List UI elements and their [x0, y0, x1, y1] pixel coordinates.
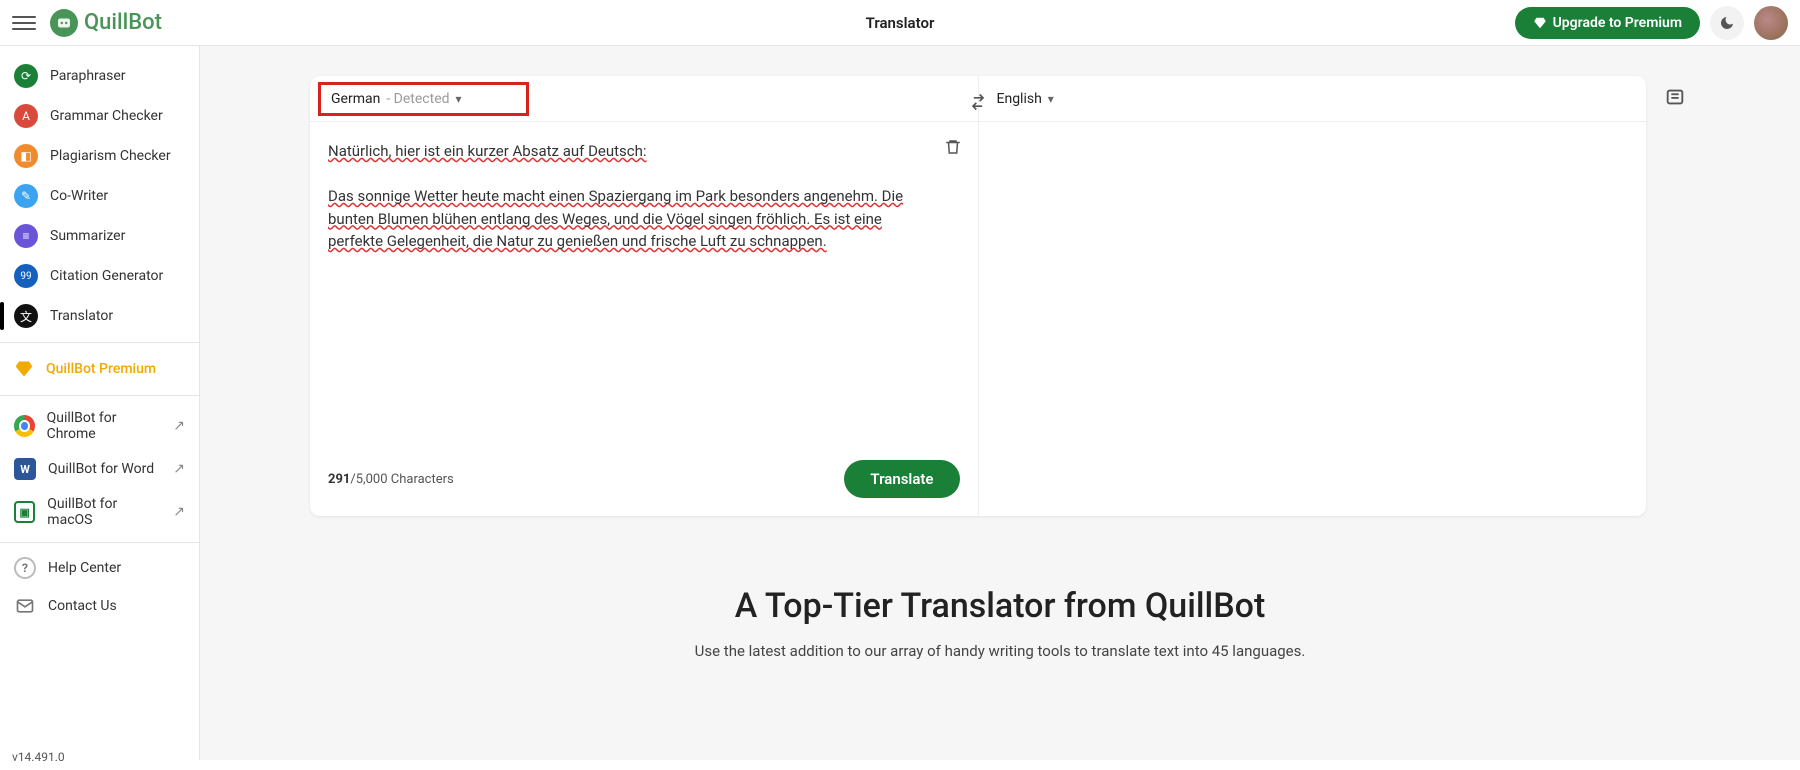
promo-heading: A Top-Tier Translator from QuillBot: [310, 586, 1690, 626]
diamond-icon: [14, 359, 34, 379]
translator-card: German - Detected ▾ Natürlich, hier ist …: [310, 76, 1646, 516]
sidebar-item-cowriter[interactable]: ✎ Co-Writer: [0, 176, 199, 216]
plagiarism-icon: ◧: [14, 144, 38, 168]
source-text-paragraph: Das sonnige Wetter heute macht einen Spa…: [328, 185, 918, 253]
extension-label: QuillBot for macOS: [47, 496, 161, 528]
source-text-area[interactable]: Natürlich, hier ist ein kurzer Absatz au…: [310, 122, 978, 448]
extension-word[interactable]: W QuillBot for Word ↗: [0, 450, 199, 488]
grammar-icon: A: [14, 104, 38, 128]
citation-icon: 99: [14, 264, 38, 288]
sidebar-item-label: Translator: [50, 308, 113, 324]
upgrade-premium-button[interactable]: Upgrade to Premium: [1515, 7, 1700, 39]
external-link-icon: ↗: [173, 461, 185, 477]
chevron-down-icon: ▾: [1048, 92, 1054, 106]
sidebar-item-grammar[interactable]: A Grammar Checker: [0, 96, 199, 136]
sidebar-item-label: Plagiarism Checker: [50, 148, 171, 164]
main-content: German - Detected ▾ Natürlich, hier ist …: [200, 46, 1800, 760]
extension-label: QuillBot for Word: [48, 461, 154, 477]
highlight-box: German - Detected ▾: [318, 82, 529, 116]
brand-logo[interactable]: QuillBot: [50, 9, 162, 37]
target-pane: English ▾: [978, 76, 1647, 516]
sidebar-item-label: Grammar Checker: [50, 108, 163, 124]
sidebar-item-label: Summarizer: [50, 228, 125, 244]
user-avatar[interactable]: [1754, 6, 1788, 40]
help-center-link[interactable]: ? Help Center: [0, 549, 199, 587]
sidebar-item-translator[interactable]: 文 Translator: [0, 296, 199, 336]
external-link-icon: ↗: [173, 418, 185, 434]
chrome-icon: [14, 415, 35, 437]
summarizer-icon: ≡: [14, 224, 38, 248]
extension-chrome[interactable]: QuillBot for Chrome ↗: [0, 402, 199, 450]
cowriter-icon: ✎: [14, 184, 38, 208]
chevron-down-icon: ▾: [456, 92, 462, 106]
sidebar-item-paraphraser[interactable]: ⟳ Paraphraser: [0, 56, 199, 96]
upgrade-premium-label: Upgrade to Premium: [1553, 15, 1682, 31]
swap-languages-button[interactable]: [964, 88, 992, 116]
character-count: 291/5,000 Characters: [328, 472, 454, 487]
sidebar-premium-label: QuillBot Premium: [46, 361, 156, 377]
detected-suffix: - Detected: [386, 91, 449, 107]
clear-input-button[interactable]: [944, 138, 962, 156]
page-title: Translator: [866, 14, 935, 32]
contact-us-link[interactable]: Contact Us: [0, 587, 199, 625]
translator-icon: 文: [14, 304, 38, 328]
source-language-label: German: [331, 91, 380, 107]
sidebar-premium-link[interactable]: QuillBot Premium: [0, 349, 199, 389]
help-label: Help Center: [48, 560, 121, 576]
sidebar-item-label: Co-Writer: [50, 188, 108, 204]
app-header: QuillBot Translator Upgrade to Premium: [0, 0, 1800, 46]
sidebar: ⟳ Paraphraser A Grammar Checker ◧ Plagia…: [0, 46, 200, 760]
theme-toggle-button[interactable]: [1710, 6, 1744, 40]
target-language-label: English: [997, 91, 1042, 107]
help-label: Contact Us: [48, 598, 117, 614]
sidebar-item-label: Citation Generator: [50, 268, 163, 284]
target-language-dropdown[interactable]: English ▾: [997, 91, 1054, 107]
extension-macos[interactable]: ▣ QuillBot for macOS ↗: [0, 488, 199, 536]
quillbot-logo-icon: [50, 9, 78, 37]
sidebar-item-label: Paraphraser: [50, 68, 126, 84]
sidebar-item-summarizer[interactable]: ≡ Summarizer: [0, 216, 199, 256]
brand-name: QuillBot: [84, 10, 162, 35]
source-language-dropdown[interactable]: German - Detected ▾: [331, 91, 462, 107]
promo-section: A Top-Tier Translator from QuillBot Use …: [310, 586, 1690, 680]
source-text-line1: Natürlich, hier ist ein kurzer Absatz au…: [328, 140, 918, 163]
mail-icon: [14, 595, 36, 617]
char-current: 291: [328, 472, 350, 487]
moon-icon: [1719, 15, 1735, 31]
char-max: /5,000 Characters: [350, 472, 453, 487]
version-label: v14.491.0: [12, 750, 65, 764]
source-pane: German - Detected ▾ Natürlich, hier ist …: [310, 76, 978, 516]
sidebar-item-citation[interactable]: 99 Citation Generator: [0, 256, 199, 296]
paraphraser-icon: ⟳: [14, 64, 38, 88]
help-icon: ?: [14, 557, 36, 579]
translate-button[interactable]: Translate: [844, 460, 959, 498]
target-text-area[interactable]: [979, 122, 1647, 516]
promo-subtext: Use the latest addition to our array of …: [310, 642, 1690, 660]
history-button[interactable]: [1660, 82, 1690, 112]
sidebar-item-plagiarism[interactable]: ◧ Plagiarism Checker: [0, 136, 199, 176]
macos-icon: ▣: [14, 501, 35, 523]
external-link-icon: ↗: [173, 504, 185, 520]
diamond-icon: [1533, 16, 1547, 30]
menu-toggle-button[interactable]: [12, 11, 36, 35]
word-icon: W: [14, 458, 36, 480]
extension-label: QuillBot for Chrome: [47, 410, 162, 442]
